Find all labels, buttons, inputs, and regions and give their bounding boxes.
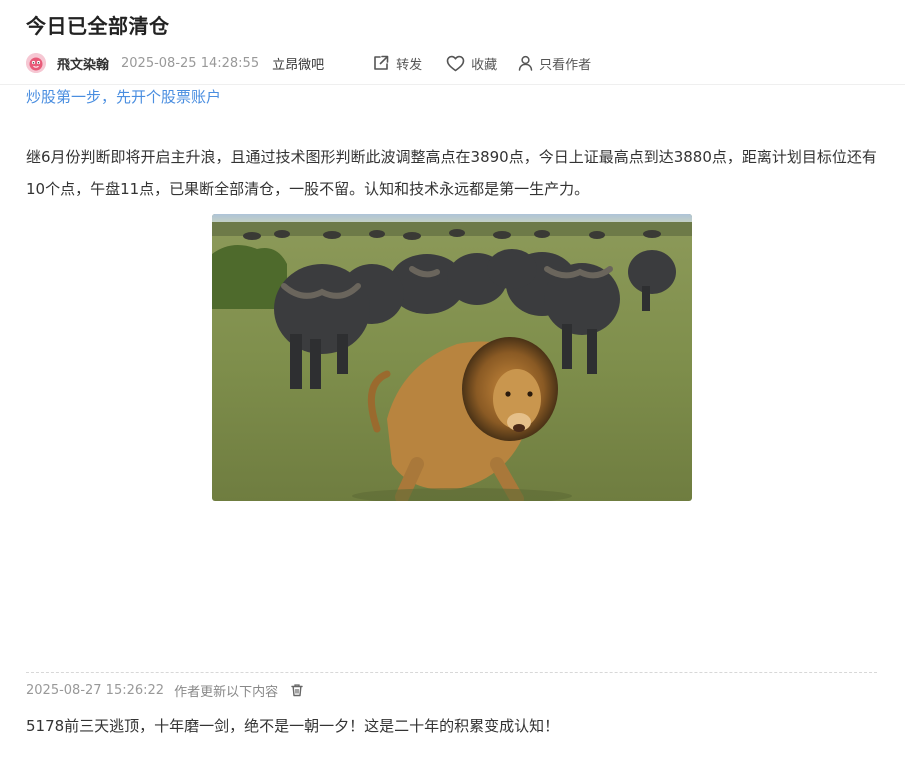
share-label: 转发	[396, 57, 423, 73]
update-time: 2025-08-27 15:26:22	[26, 682, 165, 698]
heart-icon	[446, 55, 465, 72]
favorite-label: 收藏	[471, 57, 498, 73]
author-only-button[interactable]: 只看作者	[518, 54, 591, 73]
post-body-text: 继6月份判断即将开启主升浪，且通过技术图形判断此波调整高点在3890点，今日上证…	[26, 148, 877, 198]
update-divider	[26, 672, 877, 673]
publish-time: 2025-08-25 14:28:55	[121, 55, 260, 71]
post-page: 今日已全部清仓 飛文染翰 2025-08-25 14:28:55 立昂微吧 转发…	[0, 0, 905, 771]
update-text: 5178前三天逃顶，十年磨一剑，绝不是一朝一夕！这是二十年的积累变成认知！	[26, 717, 560, 735]
author-only-label: 只看作者	[539, 57, 592, 73]
person-icon	[518, 55, 533, 71]
open-account-promo-link[interactable]: 炒股第一步，先开个股票账户	[26, 86, 221, 107]
post-title: 今日已全部清仓	[26, 14, 170, 38]
post-image[interactable]	[212, 214, 692, 501]
trash-icon	[291, 684, 303, 697]
post-meta: 飛文染翰 2025-08-25 14:28:55 立昂微吧 转发 收藏 只看作者	[26, 52, 591, 74]
share-icon	[372, 54, 390, 72]
favorite-button[interactable]: 收藏	[446, 54, 497, 73]
forum-source-link[interactable]: 立昂微吧	[272, 54, 324, 73]
author-update-meta: 2025-08-27 15:26:22 作者更新以下内容	[26, 680, 304, 700]
update-note: 作者更新以下内容	[174, 684, 279, 700]
post-header: 今日已全部清仓 飛文染翰 2025-08-25 14:28:55 立昂微吧 转发…	[0, 0, 905, 85]
share-button[interactable]: 转发	[372, 54, 422, 73]
avatar-icon	[26, 53, 46, 73]
lion-buffalo-photo	[212, 214, 692, 501]
author-name[interactable]: 飛文染翰	[57, 54, 109, 73]
avatar[interactable]	[26, 53, 46, 73]
delete-update-button[interactable]	[290, 683, 304, 697]
